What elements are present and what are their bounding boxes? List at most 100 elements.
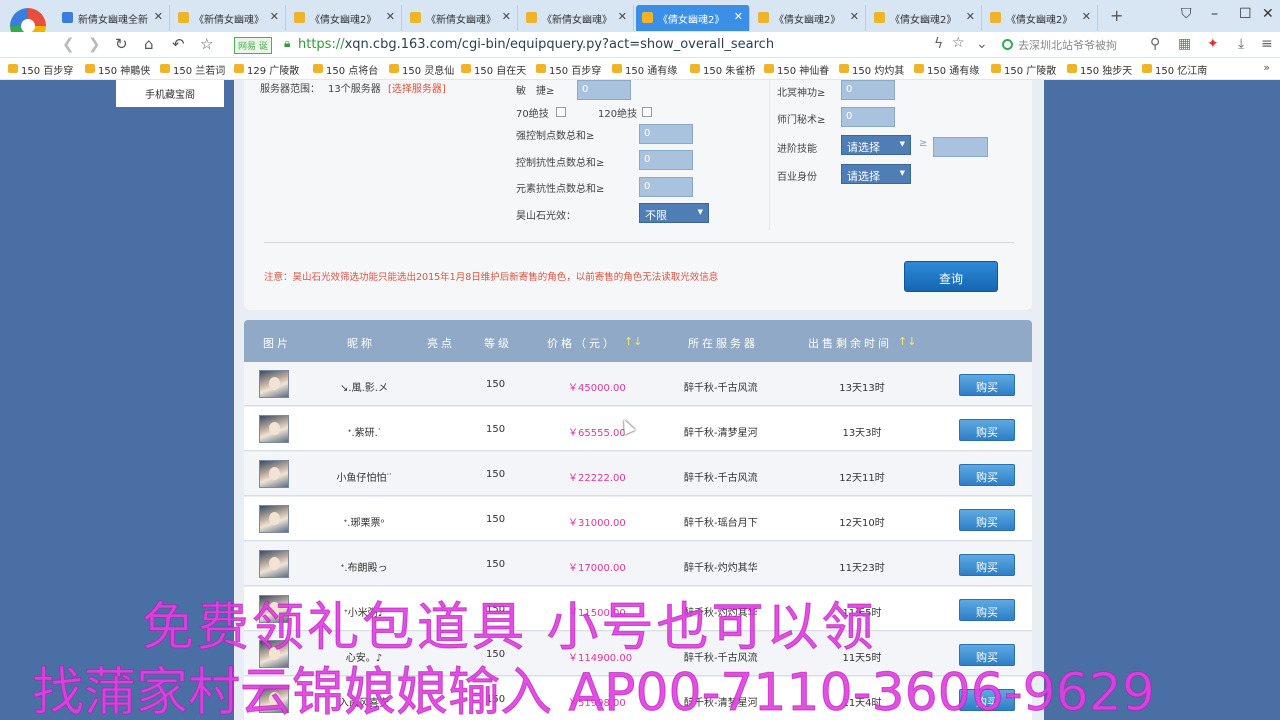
- beiming-label: 北冥神功≥: [777, 88, 826, 99]
- remaining-sort-icon[interactable]: ↑↓: [898, 335, 916, 348]
- mobile-cbg-menu[interactable]: 手机藏宝阁: [116, 80, 224, 107]
- game-icon[interactable]: ✦: [1207, 36, 1219, 52]
- tab-4[interactable]: 《新倩女幽魂》 ✕: [520, 5, 634, 31]
- bookmark-item[interactable]: 150 通有缘: [610, 62, 677, 77]
- undo-close-icon[interactable]: ↶: [172, 35, 185, 53]
- beiming-input[interactable]: 0: [841, 80, 895, 100]
- bookmark-item[interactable]: 150 广陵散: [989, 62, 1056, 77]
- level-cell: 150: [486, 514, 506, 525]
- tab-2[interactable]: 《倩女幽魂2》 ✕: [288, 5, 402, 31]
- bookmark-item[interactable]: 150 兰若词: [158, 62, 225, 77]
- table-row: ↘.風.影.メ 150 ￥45000.00 醉千秋-千古风流 13天13时 购买: [244, 362, 1032, 406]
- bookmark-item[interactable]: 150 忆江南: [1140, 62, 1207, 77]
- bookmark-item[interactable]: 150 百步穿: [6, 62, 73, 77]
- nickname-cell[interactable]: 小鱼仔怕怕ᐝᐝ: [299, 469, 429, 484]
- tab-1[interactable]: 《新倩女幽魂》 ✕: [172, 5, 286, 31]
- close-tab-icon[interactable]: ✕: [270, 10, 279, 23]
- minimize-icon[interactable]: –: [1211, 6, 1218, 22]
- new-tab-icon[interactable]: +: [1110, 6, 1123, 25]
- close-tab-icon[interactable]: ✕: [618, 10, 627, 23]
- adv-skill-select-value: 请选择: [847, 141, 880, 154]
- close-tab-icon[interactable]: ✕: [154, 10, 163, 23]
- more-bookmarks-icon[interactable]: »: [1263, 61, 1270, 74]
- buy-button[interactable]: 购买: [959, 419, 1015, 441]
- character-avatar[interactable]: [259, 415, 289, 443]
- lightning-icon[interactable]: ϟ: [934, 36, 943, 52]
- elem-resist-input[interactable]: 0: [639, 177, 693, 197]
- url-field[interactable]: 网易 诞 🔒︎ https://xqn.cbg.163.com/cgi-bin/…: [234, 35, 994, 55]
- close-tab-icon[interactable]: ✕: [734, 10, 743, 23]
- query-button[interactable]: 查询: [904, 261, 998, 292]
- bookmark-item[interactable]: 150 灼灼其: [837, 62, 904, 77]
- level-cell: 150: [486, 424, 506, 435]
- tab-5[interactable]: 《倩女幽魂2》 ✕: [636, 5, 750, 31]
- close-window-icon[interactable]: ✕: [1262, 6, 1274, 22]
- favorite-icon[interactable]: ☆: [200, 35, 213, 53]
- bookmark-item[interactable]: 150 独步天: [1065, 62, 1132, 77]
- adv-skill-select[interactable]: 请选择 ▼: [841, 135, 911, 155]
- back-icon[interactable]: ❮: [62, 35, 75, 53]
- bookmark-item[interactable]: 150 神鵰侠: [83, 62, 150, 77]
- character-avatar[interactable]: [259, 505, 289, 533]
- adv-skill-level-input[interactable]: [933, 137, 988, 157]
- close-tab-icon[interactable]: ✕: [850, 10, 859, 23]
- download-icon[interactable]: ⤓: [1238, 36, 1244, 52]
- ctrl-resist-input[interactable]: 0: [639, 150, 693, 170]
- game-icon: [758, 12, 769, 23]
- buy-button[interactable]: 购买: [959, 464, 1015, 486]
- search-input[interactable]: 去深圳北站爷爷被拘: [1000, 35, 1170, 55]
- tab-7[interactable]: 《倩女幽魂2》 ✕: [868, 5, 982, 31]
- menu-icon[interactable]: ≡: [1261, 36, 1273, 52]
- game-icon: [294, 12, 305, 23]
- apps-icon[interactable]: ▦: [1178, 36, 1191, 52]
- school-secret-input[interactable]: 0: [841, 107, 895, 127]
- search-icon[interactable]: ⚲: [1150, 36, 1160, 52]
- bookmark-item[interactable]: 150 自在天: [459, 62, 526, 77]
- skill120-checkbox[interactable]: [642, 107, 652, 117]
- bookmark-item[interactable]: 129 广陵散: [232, 62, 299, 77]
- close-tab-icon[interactable]: ✕: [386, 10, 395, 23]
- agility-input[interactable]: 0: [577, 80, 631, 100]
- skill70-checkbox[interactable]: [556, 107, 566, 117]
- nickname-cell[interactable]: ᐩ.琊栗票ᵒ: [299, 514, 429, 529]
- bookmark-item[interactable]: 150 通有缘: [912, 62, 979, 77]
- bookmark-item[interactable]: 150 点将台: [311, 62, 378, 77]
- bookmark-item[interactable]: 150 神仙眷: [762, 62, 829, 77]
- bookmark-item[interactable]: 150 灵息仙: [387, 62, 454, 77]
- close-tab-icon[interactable]: ✕: [966, 10, 975, 23]
- reload-icon[interactable]: ↻: [115, 35, 128, 53]
- price-sort-icon[interactable]: ↑↓: [624, 335, 642, 348]
- ctrl-total-input[interactable]: 0: [639, 124, 693, 144]
- tab-3[interactable]: 《新倩女幽魂》 ✕: [404, 5, 518, 31]
- address-bar: ❮ ❯ ↻ ⌂ ↶ ☆ 网易 诞 🔒︎ https://xqn.cbg.163.…: [0, 32, 1280, 58]
- profession-select[interactable]: 请选择 ▼: [841, 164, 911, 184]
- buy-button[interactable]: 购买: [959, 374, 1015, 396]
- dropdown-icon[interactable]: ⌄: [976, 36, 988, 52]
- character-avatar[interactable]: [259, 460, 289, 488]
- profession-label: 百业身份: [777, 172, 817, 183]
- nickname-cell[interactable]: ↘.風.影.メ: [299, 379, 429, 394]
- close-tab-icon[interactable]: ✕: [502, 10, 511, 23]
- character-avatar[interactable]: [259, 550, 289, 578]
- select-server-link[interactable]: [选择服务器]: [388, 80, 446, 95]
- tab-6[interactable]: 《倩女幽魂2》 ✕: [752, 5, 866, 31]
- home-icon[interactable]: ⌂: [144, 35, 154, 53]
- bookmark-star-icon[interactable]: ☆: [952, 35, 965, 51]
- buy-button[interactable]: 购买: [959, 554, 1015, 576]
- nickname-cell[interactable]: ᐩ.布朗殿っ: [299, 559, 429, 574]
- skin-icon[interactable]: ⛉: [1181, 6, 1192, 22]
- nickname-cell[interactable]: ᐩ.紫研.ᐝ: [299, 424, 429, 439]
- bookmark-item[interactable]: 150 朱雀桥: [688, 62, 755, 77]
- close-tab-icon[interactable]: ✕: [1082, 10, 1091, 23]
- tab-bar: 新倩女幽魂全新 ✕ 《新倩女幽魂》 ✕ 《倩女幽魂2》 ✕ 《新倩女幽魂》 ✕ 《新倩女幽魂》 ✕…: [0, 0, 1280, 44]
- buy-button[interactable]: 购买: [959, 599, 1015, 621]
- tab-8[interactable]: 《倩女幽魂2》 ✕: [984, 5, 1098, 31]
- forward-icon[interactable]: ❯: [88, 35, 101, 53]
- tab-0[interactable]: 新倩女幽魂全新 ✕: [56, 5, 170, 31]
- character-avatar[interactable]: [259, 370, 289, 398]
- haotian-select[interactable]: 不限 ▼: [639, 203, 709, 223]
- col-highlight: 亮点: [427, 337, 455, 350]
- buy-button[interactable]: 购买: [959, 509, 1015, 531]
- maximize-icon[interactable]: ☐: [1239, 6, 1252, 22]
- bookmark-item[interactable]: 150 百步穿: [534, 62, 601, 77]
